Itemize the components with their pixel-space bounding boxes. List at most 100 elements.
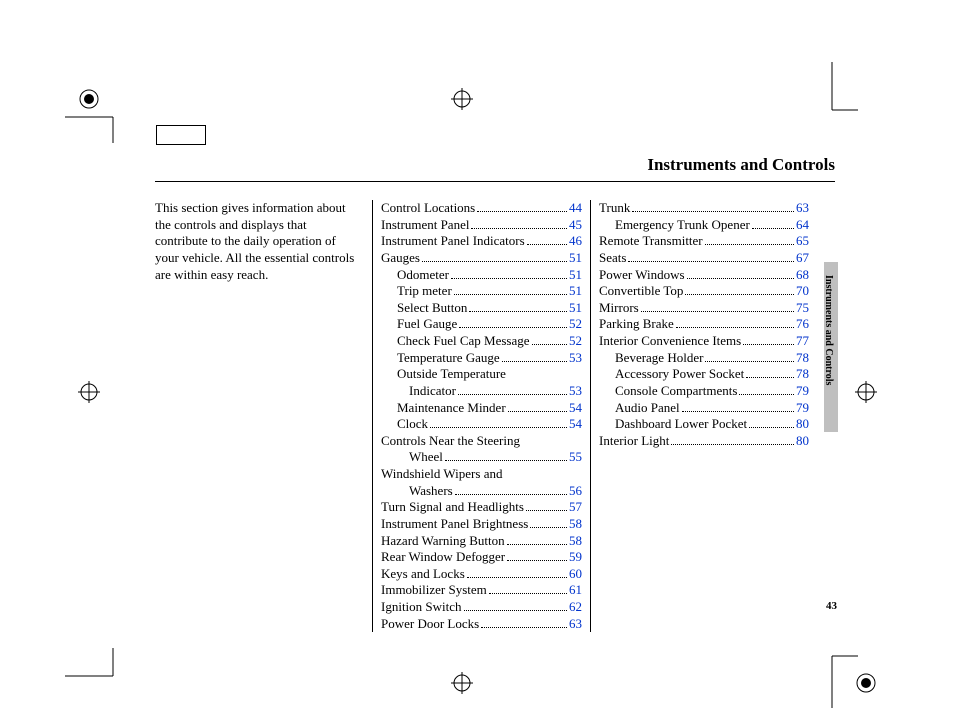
toc-entry: Rear Window Defogger 59 [381, 549, 582, 566]
toc-entry-label: Audio Panel [615, 400, 680, 417]
toc-leader-dots [508, 411, 567, 412]
toc-leader-dots [455, 494, 567, 495]
toc-page-link[interactable]: 52 [569, 333, 582, 350]
toc-entry-label: Dashboard Lower Pocket [615, 416, 747, 433]
toc-entry-label: Ignition Switch [381, 599, 462, 616]
toc-leader-dots [671, 444, 794, 445]
toc-entry-label: Console Compartments [615, 383, 737, 400]
toc-page-link[interactable]: 65 [796, 233, 809, 250]
toc-page-link[interactable]: 59 [569, 549, 582, 566]
toc-leader-dots [752, 228, 794, 229]
toc-page-link[interactable]: 62 [569, 599, 582, 616]
toc-page-link[interactable]: 68 [796, 267, 809, 284]
toc-page-link[interactable]: 75 [796, 300, 809, 317]
toc-entry: Audio Panel 79 [599, 400, 809, 417]
blank-header-box [156, 125, 206, 145]
toc-entry-label: Wheel [409, 449, 443, 466]
toc-entry-label: Clock [397, 416, 428, 433]
toc-entry-label: Keys and Locks [381, 566, 465, 583]
toc-entry-label: Maintenance Minder [397, 400, 506, 417]
toc-entry-label: Instrument Panel Brightness [381, 516, 528, 533]
toc-page-link[interactable]: 46 [569, 233, 582, 250]
toc-page-link[interactable]: 58 [569, 516, 582, 533]
crosshair-icon [451, 672, 473, 694]
toc-leader-dots [507, 560, 567, 561]
toc-entry: Gauges 51 [381, 250, 582, 267]
toc-page-link[interactable]: 45 [569, 217, 582, 234]
toc-entry-label: Trip meter [397, 283, 452, 300]
toc-page-link[interactable]: 79 [796, 383, 809, 400]
crosshair-icon [855, 381, 877, 403]
toc-page-link[interactable]: 77 [796, 333, 809, 350]
toc-page-link[interactable]: 70 [796, 283, 809, 300]
toc-page-link[interactable]: 55 [569, 449, 582, 466]
toc-page-link[interactable]: 54 [569, 400, 582, 417]
toc-leader-dots [739, 394, 794, 395]
toc-entry-label: Rear Window Defogger [381, 549, 505, 566]
toc-page-link[interactable]: 78 [796, 350, 809, 367]
toc-entry: Keys and Locks 60 [381, 566, 582, 583]
toc-entry: Instrument Panel Brightness 58 [381, 516, 582, 533]
toc-leader-dots [502, 361, 567, 362]
toc-leader-dots [422, 261, 567, 262]
toc-entry-label: Check Fuel Cap Message [397, 333, 530, 350]
toc-page-link[interactable]: 51 [569, 283, 582, 300]
toc-entry-label: Emergency Trunk Opener [615, 217, 750, 234]
toc-entry: Check Fuel Cap Message 52 [381, 333, 582, 350]
toc-entry-label: Select Button [397, 300, 467, 317]
toc-entry-label: Seats [599, 250, 626, 267]
toc-page-link[interactable]: 58 [569, 533, 582, 550]
toc-entry: Instrument Panel 45 [381, 217, 582, 234]
toc-leader-dots [469, 311, 567, 312]
toc-entry: Convertible Top70 [599, 283, 809, 300]
toc-leader-dots [743, 344, 794, 345]
toc-entry-label: Instrument Panel [381, 217, 469, 234]
toc-page-link[interactable]: 53 [569, 350, 582, 367]
toc-leader-dots [705, 361, 794, 362]
toc-page-link[interactable]: 44 [569, 200, 582, 217]
toc-page-link[interactable]: 53 [569, 383, 582, 400]
toc-entry-label: Remote Transmitter [599, 233, 703, 250]
toc-page-link[interactable]: 51 [569, 250, 582, 267]
toc-entry: Instrument Panel Indicators 46 [381, 233, 582, 250]
toc-entry-label: Instrument Panel Indicators [381, 233, 525, 250]
toc-entry-label: Interior Convenience Items [599, 333, 741, 350]
toc-leader-dots [454, 294, 567, 295]
toc-page-link[interactable]: 64 [796, 217, 809, 234]
toc-entry: Power Windows68 [599, 267, 809, 284]
toc-page-link[interactable]: 60 [569, 566, 582, 583]
toc-entry: Select Button 51 [381, 300, 582, 317]
crop-mark-icon [65, 648, 125, 688]
toc-leader-dots [527, 244, 567, 245]
toc-page-link[interactable]: 76 [796, 316, 809, 333]
toc-entry-label: Gauges [381, 250, 420, 267]
toc-page-link[interactable]: 52 [569, 316, 582, 333]
toc-leader-dots [451, 278, 567, 279]
toc-page-link[interactable]: 78 [796, 366, 809, 383]
toc-leader-dots [705, 244, 794, 245]
toc-page-link[interactable]: 67 [796, 250, 809, 267]
toc-page-link[interactable]: 63 [796, 200, 809, 217]
toc-entry: Parking Brake76 [599, 316, 809, 333]
toc-page-link[interactable]: 51 [569, 267, 582, 284]
toc-page-link[interactable]: 54 [569, 416, 582, 433]
toc-entry: Turn Signal and Headlights57 [381, 499, 582, 516]
toc-page-link[interactable]: 56 [569, 483, 582, 500]
section-title: Instruments and Controls [155, 155, 835, 182]
toc-entry-label: Mirrors [599, 300, 639, 317]
toc-entry-label: Windshield Wipers and [381, 466, 502, 483]
toc-leader-dots [507, 544, 567, 545]
toc-entry: Mirrors 75 [599, 300, 809, 317]
toc-leader-dots [641, 311, 794, 312]
toc-leader-dots [481, 627, 567, 628]
toc-page-link[interactable]: 61 [569, 582, 582, 599]
toc-page-link[interactable]: 80 [796, 433, 809, 450]
toc-page-link[interactable]: 63 [569, 616, 582, 633]
toc-page-link[interactable]: 51 [569, 300, 582, 317]
toc-page-link[interactable]: 57 [569, 499, 582, 516]
toc-leader-dots [464, 610, 567, 611]
toc-entry: Trip meter 51 [381, 283, 582, 300]
toc-page-link[interactable]: 79 [796, 400, 809, 417]
toc-entry-label: Temperature Gauge [397, 350, 500, 367]
toc-page-link[interactable]: 80 [796, 416, 809, 433]
